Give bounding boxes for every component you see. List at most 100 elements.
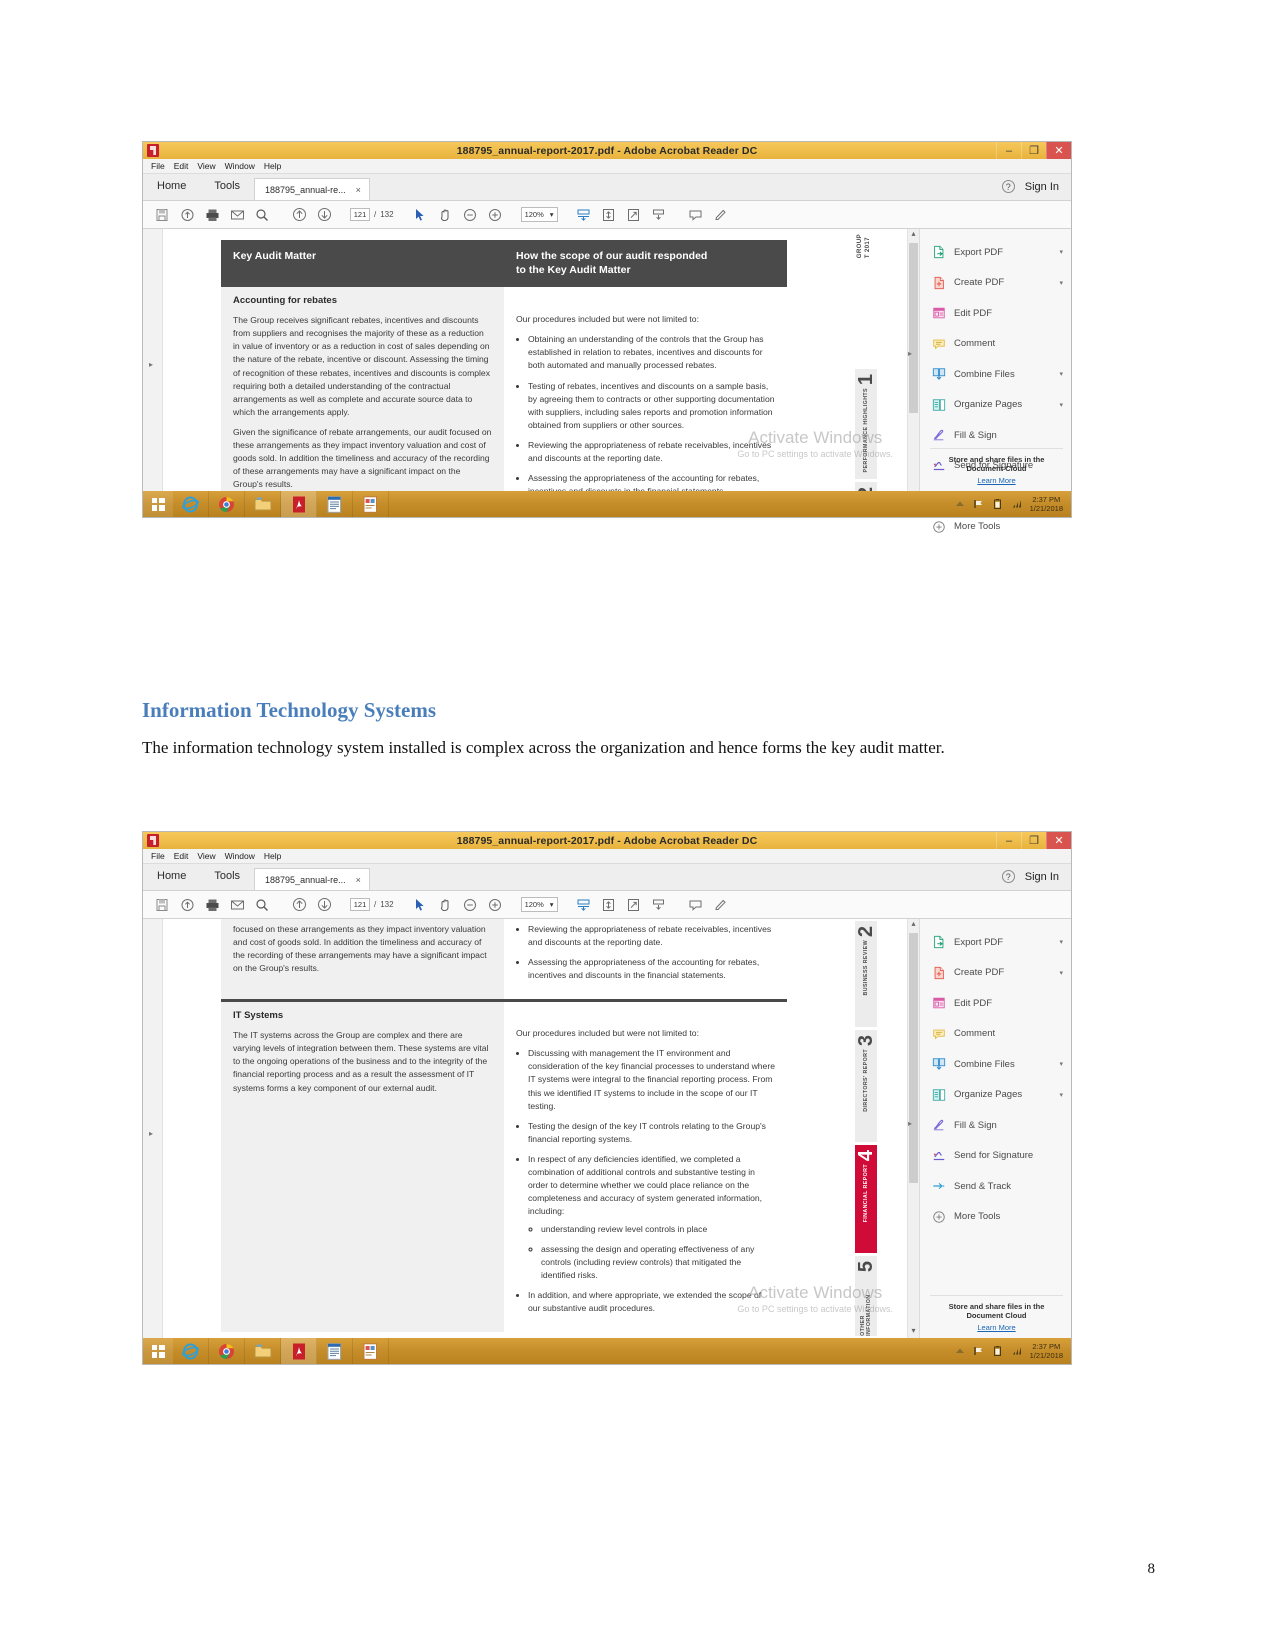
read-mode-icon[interactable] [648, 894, 670, 916]
tool-organize-pages[interactable]: Organize Pages ▾ [920, 1080, 1071, 1111]
tool-create-pdf[interactable]: Create PDF ▾ [920, 268, 1071, 299]
menu-edit[interactable]: Edit [174, 851, 189, 861]
email-icon[interactable] [226, 204, 248, 226]
sign-in-button[interactable]: Sign In [1025, 871, 1059, 883]
section-tab-1[interactable]: 1 PERFORMANCE HIGHLIGHTS [855, 369, 877, 479]
learn-more-link[interactable]: Learn More [930, 476, 1063, 485]
zoom-level-select[interactable]: 120% ▾ [520, 207, 558, 222]
previous-page-icon[interactable] [288, 204, 310, 226]
toolbar[interactable]: 121 / 132 120% ▾ [143, 201, 1071, 229]
chevron-down-icon[interactable]: ▾ [1059, 279, 1063, 287]
sign-in-button[interactable]: Sign In [1025, 181, 1059, 193]
scroll-down-icon[interactable]: ▾ [911, 1326, 915, 1336]
tab-document[interactable]: 188795_annual-re... × [254, 178, 370, 200]
comment-bubble-icon[interactable] [685, 204, 707, 226]
print-icon[interactable] [201, 894, 223, 916]
tool-send-for-signature[interactable]: Send for Signature [920, 1141, 1071, 1172]
chevron-down-icon[interactable]: ▾ [1059, 1091, 1063, 1099]
tool-edit-pdf[interactable]: Edit PDF [920, 988, 1071, 1019]
menu-window[interactable]: Window [225, 851, 255, 861]
report-section-tabs-2[interactable]: 2 BUSINESS REVIEW 3 DIRECTORS' REPORT 4 … [855, 921, 877, 1338]
email-icon[interactable] [226, 894, 248, 916]
chevron-down-icon[interactable]: ▾ [550, 210, 554, 219]
menu-bar[interactable]: File Edit View Window Help [143, 849, 1071, 864]
file-explorer-icon[interactable] [245, 1338, 281, 1364]
battery-icon[interactable] [992, 1345, 1004, 1357]
fit-width-icon[interactable] [573, 204, 595, 226]
tool-combine-files[interactable]: Combine Files ▾ [920, 1049, 1071, 1080]
panel-collapse-icon[interactable]: ▸ [908, 1119, 912, 1128]
menu-view[interactable]: View [197, 161, 215, 171]
search-icon[interactable] [251, 204, 273, 226]
start-icon[interactable] [143, 1338, 173, 1364]
windows-taskbar-2[interactable]: 2:37 PM 1/21/2018 [143, 1338, 1071, 1364]
tools-panel-1[interactable]: Export PDF ▾ Create PDF ▾ Edit PDF Comme… [919, 229, 1071, 533]
taskbar-clock-2[interactable]: 2:37 PM 1/21/2018 [1030, 1342, 1063, 1360]
word-icon[interactable] [317, 1338, 353, 1364]
read-mode-icon[interactable] [648, 204, 670, 226]
google-chrome-icon[interactable] [209, 491, 245, 517]
close-icon[interactable]: × [356, 179, 361, 201]
tool-export-pdf[interactable]: Export PDF ▾ [920, 927, 1071, 958]
section-tab-4[interactable]: 4 FINANCIAL REPORT [855, 1145, 877, 1253]
panel-collapse-icon[interactable]: ▸ [908, 349, 912, 358]
tab-home[interactable]: Home [143, 173, 200, 200]
chevron-right-icon[interactable]: ▸ [149, 360, 153, 369]
show-hidden-icons[interactable] [954, 498, 966, 510]
battery-icon[interactable] [992, 498, 1004, 510]
tool-comment[interactable]: Comment [920, 329, 1071, 360]
menu-edit[interactable]: Edit [174, 161, 189, 171]
menu-window[interactable]: Window [225, 161, 255, 171]
powerpoint-icon[interactable] [353, 491, 389, 517]
highlight-pen-icon[interactable] [710, 894, 732, 916]
menu-bar[interactable]: File Edit View Window Help [143, 159, 1071, 174]
chevron-down-icon[interactable]: ▾ [550, 900, 554, 909]
chevron-down-icon[interactable]: ▾ [1059, 401, 1063, 409]
menu-help[interactable]: Help [264, 161, 281, 171]
system-tray-1[interactable]: 2:37 PM 1/21/2018 [954, 495, 1071, 513]
taskbar-clock-1[interactable]: 2:37 PM 1/21/2018 [1030, 495, 1063, 513]
full-screen-icon[interactable] [623, 204, 645, 226]
toolbar[interactable]: 121 / 132 120% ▾ [143, 891, 1071, 919]
upload-cloud-icon[interactable] [176, 204, 198, 226]
start-icon[interactable] [143, 491, 173, 517]
adobe-reader-icon[interactable] [281, 1338, 317, 1364]
volume-icon[interactable] [1011, 498, 1023, 510]
acrobat-window-2[interactable]: 188795_annual-report-2017.pdf - Adobe Ac… [142, 831, 1072, 1365]
file-explorer-icon[interactable] [245, 491, 281, 517]
system-tray-2[interactable]: 2:37 PM 1/21/2018 [954, 1342, 1071, 1360]
tool-combine-files[interactable]: Combine Files ▾ [920, 359, 1071, 390]
select-tool-icon[interactable] [409, 894, 431, 916]
zoom-in-icon[interactable] [484, 204, 506, 226]
zoom-out-icon[interactable] [459, 204, 481, 226]
tool-edit-pdf[interactable]: Edit PDF [920, 298, 1071, 329]
vertical-scrollbar[interactable]: ▴ ▸ ▾ [907, 919, 919, 1338]
fit-width-icon[interactable] [573, 894, 595, 916]
comment-bubble-icon[interactable] [685, 894, 707, 916]
zoom-out-icon[interactable] [459, 894, 481, 916]
left-nav-strip[interactable]: ▸ [143, 229, 163, 491]
tool-send-and-track[interactable]: Send & Track [920, 1171, 1071, 1202]
volume-icon[interactable] [1011, 1345, 1023, 1357]
upload-cloud-icon[interactable] [176, 894, 198, 916]
fit-page-icon[interactable] [598, 204, 620, 226]
chevron-right-icon[interactable]: ▸ [149, 1129, 153, 1138]
menu-file[interactable]: File [151, 161, 165, 171]
hand-tool-icon[interactable] [434, 204, 456, 226]
section-tab-3[interactable]: 3 DIRECTORS' REPORT [855, 1030, 877, 1142]
show-hidden-icons[interactable] [954, 1345, 966, 1357]
scroll-up-icon[interactable]: ▴ [911, 229, 915, 239]
tab-tools[interactable]: Tools [200, 173, 254, 200]
chevron-down-icon[interactable]: ▾ [1059, 248, 1063, 256]
menu-file[interactable]: File [151, 851, 165, 861]
scroll-up-icon[interactable]: ▴ [911, 919, 915, 929]
page-navigation[interactable]: 121 / 132 [350, 208, 394, 221]
internet-explorer-icon[interactable] [173, 491, 209, 517]
next-page-icon[interactable] [313, 894, 335, 916]
word-icon[interactable] [317, 491, 353, 517]
windows-taskbar-1[interactable]: 2:37 PM 1/21/2018 [143, 491, 1071, 517]
menu-view[interactable]: View [197, 851, 215, 861]
page-number-input[interactable]: 121 [350, 208, 370, 221]
fit-page-icon[interactable] [598, 894, 620, 916]
print-icon[interactable] [201, 204, 223, 226]
